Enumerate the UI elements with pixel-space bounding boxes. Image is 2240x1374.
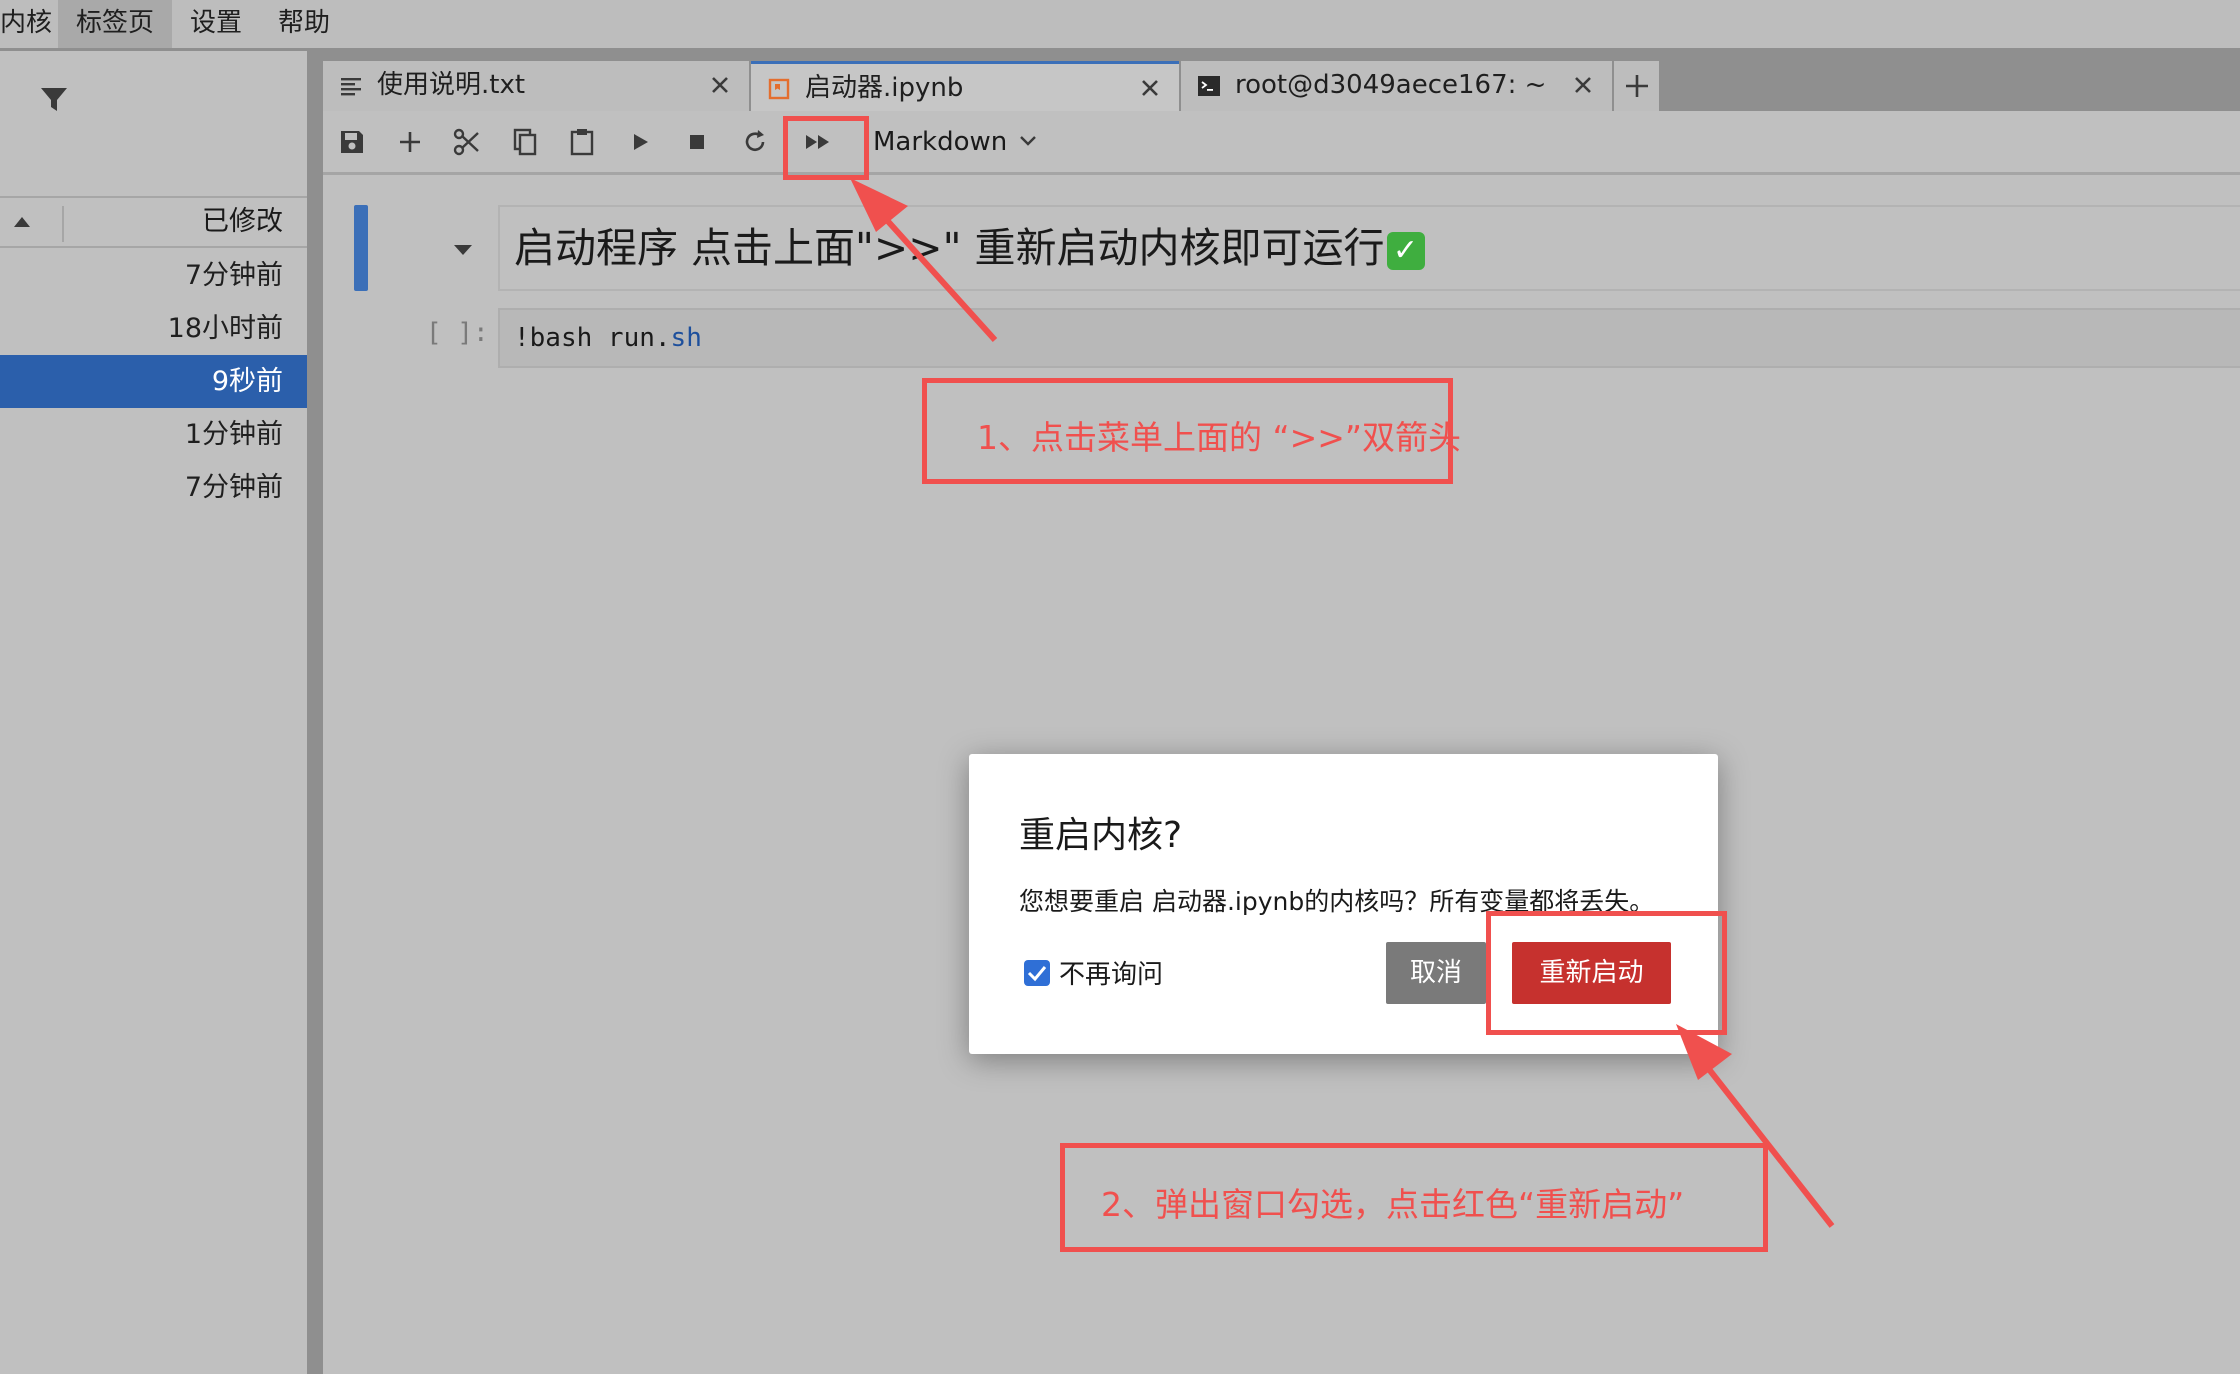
cancel-button[interactable]: 取消 [1386,942,1486,1004]
terminal-icon [1198,76,1220,96]
column-header-modified[interactable]: 已修改 [202,198,283,246]
tab-bar: 使用说明.txt 启动器.ipynb root@d3049aece167: ~ [323,51,2240,111]
annotation-box-1: 1、点击菜单上面的 “>>”双箭头 [922,378,1461,484]
panel-splitter[interactable] [307,51,323,1374]
file-row-selected[interactable]: 9秒前 [0,355,307,408]
close-icon[interactable] [705,70,735,100]
add-cell-icon[interactable] [393,125,427,159]
text-file-icon [341,78,361,96]
tab-label: 启动器.ipynb [805,73,964,103]
stop-icon[interactable] [680,125,714,159]
markdown-cell[interactable]: 启动程序 点击上面">>" 重新启动内核即可运行 ✓ [498,205,2240,291]
menu-help[interactable]: 帮助 [260,0,348,48]
code-line: !bash run.sh [514,310,702,366]
file-list-header: 已修改 [0,196,307,248]
new-tab-button[interactable] [1614,61,1659,111]
dialog-title: 重启内核? [1019,815,1183,856]
file-row[interactable]: 18小时前 [0,302,307,355]
tab-readme[interactable]: 使用说明.txt [323,61,749,111]
chevron-down-icon[interactable] [1017,133,1039,149]
collapse-caret-icon[interactable] [452,242,474,258]
file-row[interactable]: 7分钟前 [0,249,307,302]
file-row[interactable]: 1分钟前 [0,408,307,461]
notebook-toolbar: Markdown [323,111,2240,175]
tab-label: 使用说明.txt [377,70,526,100]
code-text: !bash run. [514,323,671,353]
sort-ascending-icon[interactable] [12,214,32,230]
annotation-arrow-1 [850,178,998,343]
menu-tabs[interactable]: 标签页 [58,0,173,48]
run-icon[interactable] [623,125,657,159]
dont-ask-again-checkbox[interactable] [1024,960,1050,986]
restart-icon[interactable] [738,125,772,159]
code-cell[interactable]: !bash run.sh [498,308,2240,368]
code-keyword: sh [670,323,702,353]
paste-icon[interactable] [565,125,599,159]
menu-settings[interactable]: 设置 [172,0,260,48]
filter-icon[interactable] [38,84,70,116]
tab-label: root@d3049aece167: ~ [1235,70,1547,100]
menu-bar: 内核 标签页 设置 帮助 [0,0,2240,48]
column-separator [62,206,64,242]
file-row[interactable]: 7分钟前 [0,461,307,514]
check-mark-icon: ✓ [1386,232,1425,270]
tab-terminal[interactable]: root@d3049aece167: ~ [1181,61,1612,111]
copy-icon[interactable] [508,125,542,159]
active-cell-indicator [354,205,368,291]
plus-icon [1626,75,1648,97]
checkmark-icon [1027,966,1047,982]
annotation-box-2: 2、弹出窗口勾选，点击红色“重新启动” [1060,1143,1768,1252]
dont-ask-again-label[interactable]: 不再询问 [1059,960,1163,990]
notebook-icon [768,78,790,100]
close-icon[interactable] [1135,73,1165,103]
cut-icon[interactable] [450,125,484,159]
close-icon[interactable] [1568,70,1598,100]
tab-launcher-notebook[interactable]: 启动器.ipynb [751,61,1179,111]
annotation-text-1: 1、点击菜单上面的 “>>”双箭头 [977,418,1461,457]
save-icon[interactable] [335,125,369,159]
annotation-text-2: 2、弹出窗口勾选，点击红色“重新启动” [1101,1185,1685,1224]
cell-prompt: [ ]: [426,318,489,348]
